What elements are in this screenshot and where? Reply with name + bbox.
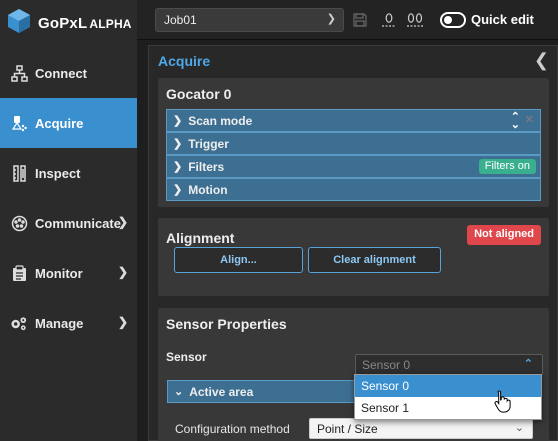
chevron-up-icon: ⌃	[523, 358, 533, 370]
config-method-label: Configuration method	[175, 422, 290, 436]
gears-icon	[10, 314, 28, 332]
accordion-label: Trigger	[188, 136, 229, 151]
filters-on-badge: Filters on	[478, 159, 536, 174]
chevron-right-icon: ❯	[173, 115, 183, 127]
dropdown-option-sensor-0[interactable]: Sensor 0	[355, 375, 541, 397]
chevron-down-icon: ⌄	[174, 386, 184, 398]
job-select[interactable]: Job01 ❯	[155, 8, 344, 32]
gocator-title: Gocator 0	[166, 86, 232, 102]
sensor-select-value: Sensor 0	[362, 358, 411, 372]
chevron-right-icon: ❯	[117, 265, 128, 279]
accordion-scan-mode[interactable]: ❯ Scan mode ⌃ ⌄ ✕	[166, 109, 541, 132]
alignment-card: Alignment Not aligned Align... Clear ali…	[158, 218, 549, 296]
save-icon[interactable]	[351, 11, 369, 29]
accordion-label: Active area	[189, 384, 254, 399]
chevron-right-icon: ❯	[117, 315, 128, 329]
clear-alignment-button[interactable]: Clear alignment	[308, 247, 441, 273]
chevron-right-icon: ❯	[173, 184, 183, 196]
alignment-title: Alignment	[166, 230, 235, 246]
sensor-select[interactable]: Sensor 0 ⌃	[355, 354, 543, 375]
dropdown-option-sensor-1[interactable]: Sensor 1	[355, 397, 541, 419]
config-method-select[interactable]: Point / Size ⌄	[309, 418, 533, 439]
top-toolbar: Job01 ❯ Quick edit	[137, 0, 558, 40]
monitor-icon	[10, 264, 28, 282]
zero-zero-icon[interactable]	[406, 11, 424, 29]
quick-edit-label: Quick edit	[471, 12, 534, 27]
inspect-icon	[10, 164, 28, 182]
accordion-label: Scan mode	[188, 113, 253, 128]
sidebar-item-label: Manage	[35, 315, 84, 331]
chevron-left-icon[interactable]: ❮	[534, 50, 549, 71]
sidebar-item-label: Acquire	[35, 115, 84, 131]
sensor-dropdown-list: Sensor 0 Sensor 1	[354, 374, 542, 420]
sensor-properties-title: Sensor Properties	[166, 316, 287, 332]
sidebar-item-inspect[interactable]: Inspect	[0, 148, 137, 198]
align-button[interactable]: Align...	[174, 247, 303, 273]
app-logo[interactable]: GoPxL ALPHA	[0, 0, 137, 46]
accordion-label: Motion	[188, 182, 228, 197]
gocator-card: Gocator 0 ❯ Scan mode ⌃ ⌄ ✕ ❯ Trigger ❯ F…	[158, 78, 549, 207]
logo-text: GoPxL ALPHA	[38, 14, 132, 32]
accordion-trigger[interactable]: ❯ Trigger	[166, 132, 541, 155]
sidebar-item-communicate[interactable]: Communicate ❯	[0, 198, 137, 248]
sidebar-item-acquire[interactable]: Acquire	[0, 98, 137, 148]
network-icon	[10, 64, 28, 82]
chevron-right-icon: ❯	[173, 138, 183, 150]
page-title: Acquire	[158, 53, 211, 69]
sidebar-item-connect[interactable]: Connect	[0, 48, 137, 98]
sensor-label: Sensor	[166, 350, 207, 364]
not-aligned-badge: Not aligned	[467, 225, 541, 245]
toggle-knob	[444, 16, 452, 24]
sidebar-item-manage[interactable]: Manage ❯	[0, 298, 137, 348]
quick-edit-toggle[interactable]	[440, 12, 466, 28]
close-icon[interactable]: ✕	[525, 113, 534, 126]
hand-cursor-icon	[494, 390, 511, 413]
sidebar-item-label: Connect	[35, 65, 87, 81]
sidebar-item-label: Communicate	[35, 215, 121, 231]
accordion-motion[interactable]: ❯ Motion	[166, 178, 541, 201]
chevron-down-icon: ❯	[326, 13, 336, 25]
sort-icon[interactable]: ⌃ ⌄	[511, 112, 520, 131]
gopxl-logo-icon	[7, 8, 31, 39]
config-method-value: Point / Size	[317, 422, 378, 436]
sidebar-item-label: Inspect	[35, 165, 81, 181]
chevron-down-icon: ⌄	[514, 422, 524, 434]
accordion-filters[interactable]: ❯ Filters Filters on	[166, 155, 541, 178]
accordion-label: Filters	[188, 159, 225, 174]
chevron-right-icon: ❯	[117, 215, 128, 229]
job-select-value: Job01	[164, 13, 197, 27]
communicate-icon	[10, 214, 28, 232]
zero-icon[interactable]	[380, 11, 398, 29]
acquire-icon	[10, 114, 28, 132]
sidebar: GoPxL ALPHA Connect Acquire Inspect Comm…	[0, 0, 137, 441]
chevron-right-icon: ❯	[173, 161, 183, 173]
sidebar-item-monitor[interactable]: Monitor ❯	[0, 248, 137, 298]
sidebar-item-label: Monitor	[35, 265, 83, 281]
